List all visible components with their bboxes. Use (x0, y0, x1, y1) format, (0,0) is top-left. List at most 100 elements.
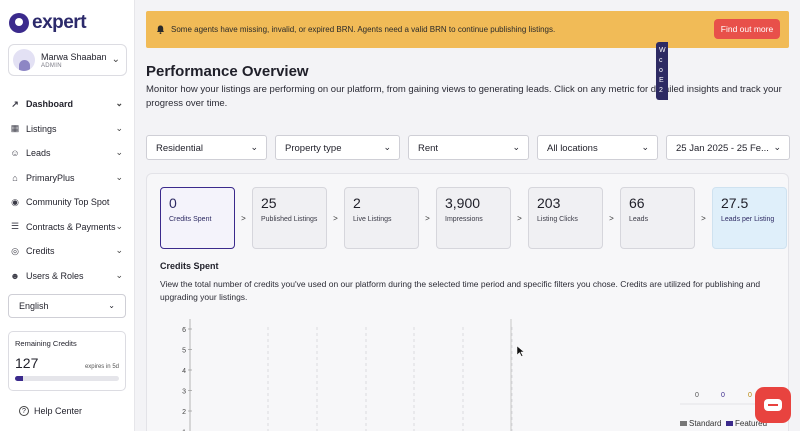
sidebar-item-community-top-spot[interactable]: ◉ Community Top Spot (0, 190, 135, 215)
credits-progress (15, 376, 119, 381)
y-tick-label: 4 (182, 368, 186, 375)
sidebar-item-listings[interactable]: ▦ Listings ⌄ (0, 117, 135, 142)
language-select[interactable]: English ⌄ (8, 294, 126, 318)
metric-published-listings[interactable]: 25 Published Listings (252, 187, 327, 249)
help-center-link[interactable]: ? Help Center (19, 406, 82, 416)
chevron-down-icon: ⌄ (115, 171, 123, 182)
chart-line-icon: ↗ (11, 98, 19, 109)
legend-label-standard: Standard (689, 419, 721, 428)
metric-leads[interactable]: 66 Leads (620, 187, 695, 249)
sidebar-item-credits[interactable]: ◎ Credits ⌄ (0, 239, 135, 264)
help-icon: ? (19, 406, 29, 416)
user-role: ADMIN (41, 62, 62, 69)
credits-chart: 654321000StandardFeatured (182, 319, 770, 431)
sidebar-item-label: Dashboard (26, 99, 74, 110)
chevron-down-icon: ⌄ (115, 122, 123, 133)
user-menu[interactable]: Marwa Shaaban ADMIN ⌄ (8, 44, 127, 76)
date-range-value: 25 Jan 2025 - 25 Fe... (676, 143, 769, 154)
metric-value: 66 (629, 195, 645, 211)
logo-text: expert (32, 12, 87, 33)
metric-label: Leads per Listing (721, 216, 775, 223)
category-value: Residential (156, 143, 203, 154)
offering-select[interactable]: Rent ⌄ (408, 135, 529, 160)
property-type-select[interactable]: Property type ⌄ (275, 135, 400, 160)
chevron-down-icon: ⌄ (111, 54, 120, 65)
chevron-down-icon: ⌄ (115, 98, 123, 108)
metric-label: Live Listings (353, 216, 392, 223)
banner-message: Some agents have missing, invalid, or ex… (171, 25, 556, 34)
chat-button[interactable] (755, 387, 791, 423)
sidebar-item-label: Credits (26, 246, 55, 257)
y-tick-label: 6 (182, 327, 186, 334)
metric-label: Credits Spent (169, 216, 212, 223)
users-icon: ☻ (10, 270, 20, 281)
sidebar: expert Marwa Shaaban ADMIN ⌄ ↗ Dashboard ⌄… (0, 0, 135, 431)
metric-live-listings[interactable]: 2 Live Listings (344, 187, 419, 249)
side-feedback-tab[interactable]: WcoE2 (656, 42, 668, 100)
metric-listing-clicks[interactable]: 203 Listing Clicks (528, 187, 603, 249)
sidebar-item-label: Users & Roles (26, 270, 84, 281)
date-range-select[interactable]: 25 Jan 2025 - 25 Fe... ⌄ (666, 135, 790, 160)
user-name: Marwa Shaaban (41, 51, 107, 62)
sidebar-nav: ↗ Dashboard ⌄ ▦ Listings ⌄ ☺ Leads ⌄ ⌂ PrimaryPlus… (0, 92, 135, 288)
performance-card: 0 Credits Spent >25 Published Listings >2 Liv… (146, 173, 789, 431)
metric-value: 25 (261, 195, 277, 211)
sidebar-item-label: Leads (26, 148, 51, 159)
y-tick-label: 3 (182, 389, 186, 396)
help-label: Help Center (34, 406, 83, 416)
logo[interactable]: expert (9, 12, 87, 34)
legend-swatch-featured (726, 421, 733, 426)
coins-icon: ◎ (11, 245, 19, 256)
metric-separator: > (333, 213, 338, 223)
sidebar-item-label: PrimaryPlus (26, 172, 75, 183)
find-out-more-button[interactable]: Find out more (714, 19, 780, 39)
logo-icon (9, 13, 29, 33)
sidebar-item-label: Community Top Spot (26, 197, 110, 208)
chevron-down-icon: ⌄ (115, 245, 123, 255)
legend-swatch-standard (680, 421, 687, 426)
metric-impressions[interactable]: 3,900 Impressions (436, 187, 511, 249)
y-tick-label: 5 (182, 348, 186, 355)
total-value: 0 (721, 392, 725, 399)
credits-amount: 127 (15, 355, 39, 371)
metric-label: Published Listings (261, 216, 318, 223)
metric-value: 27.5 (721, 195, 749, 211)
sidebar-item-leads[interactable]: ☺ Leads ⌄ (0, 141, 135, 166)
metric-value: 203 (537, 195, 561, 211)
category-select[interactable]: Residential ⌄ (146, 135, 267, 160)
sidebar-item-users-roles[interactable]: ☻ Users & Roles ⌄ (0, 264, 135, 289)
filter-bar: Residential ⌄ Property type ⌄ Rent ⌄ All… (146, 135, 790, 160)
metric-label: Leads (629, 216, 649, 223)
chevron-down-icon: ⌄ (641, 142, 649, 152)
remaining-credits-card: Remaining Credits 127 expires in 5d (8, 331, 126, 391)
language-value: English (19, 301, 49, 311)
chevron-down-icon: ⌄ (773, 142, 781, 152)
location-pin-icon: ◉ (11, 196, 19, 207)
offering-value: Rent (418, 143, 439, 154)
y-tick-label: 2 (182, 409, 186, 416)
location-select[interactable]: All locations ⌄ (537, 135, 658, 160)
sidebar-item-dashboard[interactable]: ↗ Dashboard ⌄ (0, 92, 135, 117)
avatar (13, 49, 35, 71)
total-value: 0 (695, 392, 699, 399)
section-title: Credits Spent (160, 261, 219, 271)
cursor-icon (516, 345, 525, 357)
metric-separator: > (609, 213, 614, 223)
credits-expiry: expires in 5d (84, 364, 119, 370)
metric-label: Impressions (445, 216, 483, 223)
metric-label: Listing Clicks (537, 216, 578, 223)
chevron-down-icon: ⌄ (383, 142, 391, 152)
sidebar-item-label: Contracts & Payments (26, 221, 116, 232)
metric-value: 2 (353, 195, 361, 211)
chevron-down-icon: ⌄ (115, 220, 123, 231)
metric-credits-spent[interactable]: 0 Credits Spent (160, 187, 235, 249)
building-icon: ▦ (10, 123, 20, 134)
metric-leads-per-listing[interactable]: 27.5 Leads per Listing (712, 187, 787, 249)
chevron-down-icon: ⌄ (512, 142, 520, 152)
document-icon: ☰ (10, 221, 20, 232)
credits-progress-fill (15, 376, 24, 381)
metric-separator: > (241, 213, 246, 223)
chevron-down-icon: ⌄ (115, 269, 123, 280)
sidebar-item-primaryplus[interactable]: ⌂ PrimaryPlus ⌄ (0, 166, 135, 191)
sidebar-item-contracts-payments[interactable]: ☰ Contracts & Payments ⌄ (0, 215, 135, 240)
